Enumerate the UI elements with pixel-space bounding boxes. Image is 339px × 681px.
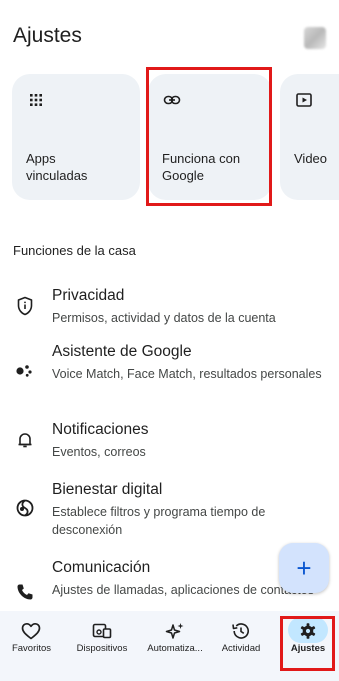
nav-label: Automatiza... xyxy=(147,643,203,654)
settings-item-bienestar[interactable]: Bienestar digital Establece filtros y pr… xyxy=(0,481,339,541)
settings-item-subtitle: Permisos, actividad y datos de la cuenta xyxy=(52,311,276,325)
page-title: Ajustes xyxy=(13,24,82,47)
card-label: Video xyxy=(294,151,328,166)
settings-item-title: Notificaciones xyxy=(52,421,149,438)
apps-grid-icon xyxy=(30,94,42,106)
card-label: Apps vinculadas xyxy=(26,151,88,183)
heart-icon xyxy=(21,622,41,640)
devices-icon xyxy=(92,623,112,639)
nav-label: Actividad xyxy=(221,643,261,654)
nav-item-actividad[interactable]: Actividad xyxy=(210,611,272,681)
card-video[interactable]: Video xyxy=(280,74,339,200)
bell-icon xyxy=(18,433,32,448)
nav-label: Favoritos xyxy=(11,643,52,654)
google-assistant-icon xyxy=(16,365,32,377)
settings-item-title: Comunicación xyxy=(52,559,151,576)
nav-item-favoritos[interactable]: Favoritos xyxy=(0,611,63,681)
nav-item-dispositivos[interactable]: Dispositivos xyxy=(66,611,138,681)
history-icon xyxy=(232,623,249,639)
avatar[interactable] xyxy=(304,27,326,49)
add-fab-button[interactable]: + xyxy=(279,543,329,593)
digital-wellbeing-icon xyxy=(16,499,34,517)
phone-icon xyxy=(17,584,33,600)
video-icon xyxy=(296,93,312,107)
settings-item-subtitle: Eventos, correos xyxy=(52,445,146,459)
settings-item-title: Privacidad xyxy=(52,287,125,304)
highlight-box-funciona-con-google xyxy=(146,67,272,206)
privacy-shield-icon xyxy=(17,296,33,316)
settings-item-title: Asistente de Google xyxy=(52,343,192,360)
settings-item-subtitle: Voice Match, Face Match, resultados pers… xyxy=(52,367,322,381)
settings-item-privacidad[interactable]: Privacidad Permisos, actividad y datos d… xyxy=(0,287,339,329)
nav-item-automatizaciones[interactable]: Automatiza... xyxy=(139,611,211,681)
settings-item-title: Bienestar digital xyxy=(52,481,163,498)
section-title: Funciones de la casa xyxy=(13,243,136,258)
settings-item-notificaciones[interactable]: Notificaciones Eventos, correos xyxy=(0,421,339,463)
app-header: Ajustes xyxy=(0,0,339,64)
nav-label: Dispositivos xyxy=(76,643,128,654)
card-apps-vinculadas[interactable]: Apps vinculadas xyxy=(12,74,140,200)
settings-item-asistente[interactable]: Asistente de Google Voice Match, Face Ma… xyxy=(0,343,339,403)
settings-item-subtitle: Establece filtros y programa tiempo de d… xyxy=(52,505,266,537)
settings-screen: Ajustes Apps vinculadas Funciona con Goo… xyxy=(0,0,339,681)
sparkle-icon xyxy=(165,623,184,639)
highlight-box-ajustes xyxy=(280,616,335,671)
